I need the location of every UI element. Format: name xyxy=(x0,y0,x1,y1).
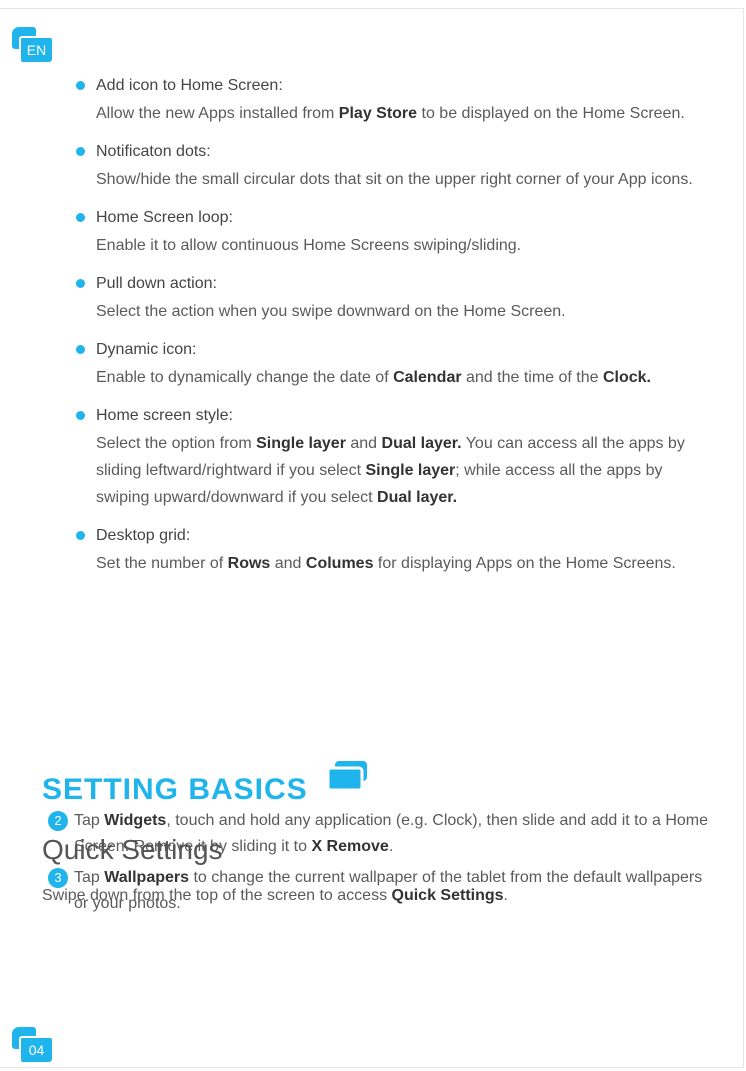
section-heading: SETTING BASICS xyxy=(42,759,373,807)
bullet-icon xyxy=(76,531,85,540)
page-number-badge: 04 xyxy=(12,1027,58,1063)
option-title: Home screen style: xyxy=(96,407,233,424)
option-item: Home screen style: Select the option from… xyxy=(76,404,716,511)
text-run: and xyxy=(345,435,382,452)
option-item: Dynamic icon: Enable to dynamically chang… xyxy=(76,338,716,391)
text-run: Tap xyxy=(74,812,105,829)
emphasized-text: Columes xyxy=(305,555,374,572)
quick-settings-title: Quick Settings xyxy=(42,834,223,865)
bullet-icon xyxy=(76,213,85,222)
option-item: Home Screen loop: Enable it to allow cont… xyxy=(76,206,716,259)
option-description: Select the option from Single layer and … xyxy=(96,430,716,511)
text-run: Show/hide the small circular dots that s… xyxy=(96,171,693,188)
text-run: . xyxy=(503,887,508,904)
emphasized-text: Quick Settings xyxy=(391,887,504,904)
emphasized-text: Single layer xyxy=(365,462,456,479)
bullet-icon xyxy=(76,147,85,156)
emphasized-text: Calendar xyxy=(393,369,462,386)
option-title: Add icon to Home Screen: xyxy=(96,77,283,94)
emphasized-text: X Remove xyxy=(311,838,389,855)
option-title: Dynamic icon: xyxy=(96,341,197,358)
language-label: EN xyxy=(19,36,52,62)
text-run: Swipe down from the top of the screen to… xyxy=(42,887,392,904)
option-description: Show/hide the small circular dots that s… xyxy=(96,166,716,193)
option-item: Desktop grid: Set the number of Rows and … xyxy=(76,524,716,577)
text-run: Set the number of xyxy=(96,555,228,572)
text-run: Select the action when you swipe downwar… xyxy=(96,303,566,320)
option-item: Pull down action: Select the action when … xyxy=(76,272,716,325)
option-title: Home Screen loop: xyxy=(96,209,233,226)
language-badge: EN xyxy=(12,27,58,63)
step-number-icon: 2 xyxy=(48,811,68,831)
text-run: Allow the new Apps installed from xyxy=(96,105,339,122)
option-description: Set the number of Rows and Columes for d… xyxy=(96,550,716,577)
bullet-icon xyxy=(76,81,85,90)
home-screen-options-list: Add icon to Home Screen: Allow the new Ap… xyxy=(76,74,716,590)
section-heading-text: SETTING BASICS xyxy=(42,773,308,806)
bullet-icon xyxy=(76,345,85,354)
text-run: Enable to dynamically change the date of xyxy=(96,369,394,386)
option-title: Desktop grid: xyxy=(96,527,191,544)
bullet-icon xyxy=(76,279,85,288)
bullet-icon xyxy=(76,411,85,420)
option-description: Allow the new Apps installed from Play S… xyxy=(96,100,716,127)
emphasized-text: Dual layer. xyxy=(377,489,458,506)
text-run: for displaying Apps on the Home Screens. xyxy=(373,555,676,572)
emphasized-text: Dual layer. xyxy=(381,435,462,452)
text-run: Enable it to allow continuous Home Scree… xyxy=(96,237,522,254)
option-title: Notificaton dots: xyxy=(96,143,211,160)
option-title: Pull down action: xyxy=(96,275,217,292)
text-run: and xyxy=(270,555,306,572)
emphasized-text: Widgets xyxy=(104,812,167,829)
emphasized-text: Clock. xyxy=(602,369,651,386)
text-run: Select the option from xyxy=(96,435,257,452)
option-description: Enable it to allow continuous Home Scree… xyxy=(96,232,716,259)
option-item: Notificaton dots: Show/hide the small cir… xyxy=(76,140,716,193)
option-description: Enable to dynamically change the date of… xyxy=(96,364,716,391)
text-run: . xyxy=(388,838,394,855)
text-run: to be displayed on the Home Screen. xyxy=(417,105,685,122)
window-stack-icon xyxy=(326,761,368,792)
text-run: and the time of the xyxy=(461,369,603,386)
emphasized-text: Rows xyxy=(227,555,271,572)
emphasized-text: Play Store xyxy=(338,105,418,122)
quick-settings-body: Swipe down from the top of the screen to… xyxy=(42,883,508,909)
option-item: Add icon to Home Screen: Allow the new Ap… xyxy=(76,74,716,127)
emphasized-text: Single layer xyxy=(256,435,346,452)
option-description: Select the action when you swipe downwar… xyxy=(96,298,716,325)
page-number: 04 xyxy=(19,1036,52,1062)
